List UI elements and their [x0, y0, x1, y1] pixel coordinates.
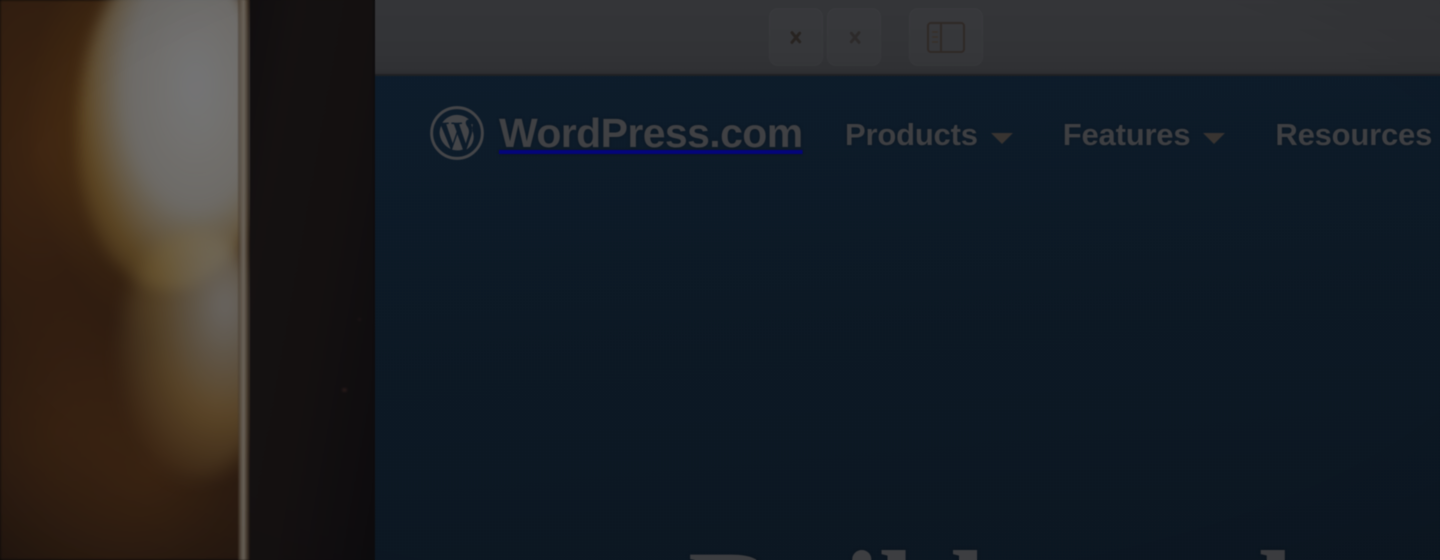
monitor-edge-strip [238, 0, 250, 560]
webpage-viewport: WordPress.com Products Features Resource… [375, 76, 1440, 560]
bezel-dust-speck [342, 388, 347, 392]
nav-item-products[interactable]: Products [845, 117, 1013, 153]
caret-down-icon [990, 132, 1013, 144]
nav-item-resources[interactable]: Resources [1275, 117, 1440, 153]
wordpress-w-icon [430, 106, 484, 160]
back-button[interactable] [769, 8, 823, 66]
sidebar-panel-icon-left [929, 23, 942, 51]
chevron-left-icon [788, 23, 805, 51]
browser-toolbar [375, 0, 1440, 76]
sidebar-panel-icon [927, 21, 965, 53]
screenshot-root: WordPress.com Products Features Resource… [0, 0, 1440, 560]
bezel-dust-speck [358, 318, 361, 321]
chevron-right-icon [846, 23, 863, 51]
forward-button[interactable] [827, 8, 881, 66]
nav-item-resources-label: Resources [1275, 117, 1433, 152]
caret-down-icon [1203, 132, 1226, 144]
monitor-bezel [250, 0, 375, 560]
brand-logo-link[interactable]: WordPress.com [428, 104, 803, 162]
nav-item-features-label: Features [1062, 117, 1191, 152]
nav-item-products-label: Products [845, 117, 978, 152]
nav-item-features[interactable]: Features [1063, 117, 1226, 153]
brand-name: WordPress.com [499, 109, 803, 156]
sidebar-toggle-button[interactable] [909, 8, 983, 66]
main-navigation: Products Features Resources [845, 117, 1440, 153]
site-header: WordPress.com Products Features Resource… [375, 76, 1440, 206]
hero-headline: Build a webs [688, 532, 1380, 560]
